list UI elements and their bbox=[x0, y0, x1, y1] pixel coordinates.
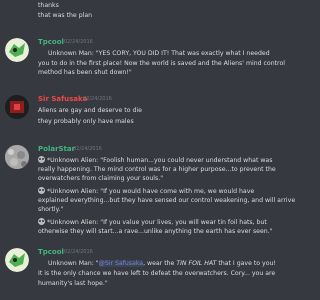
user-mention[interactable]: @Sir Safusaka bbox=[98, 260, 144, 267]
chat-window: thanks that was the plan Tpcool 02/24/20… bbox=[0, 0, 300, 300]
message-text: *Unknown Alien: "Foolish human...you cou… bbox=[47, 157, 273, 164]
message-line: shortly." bbox=[38, 206, 64, 213]
emphasized-text: TIN FOIL HAT bbox=[176, 260, 217, 267]
message-line: method has been shut down!" bbox=[38, 69, 132, 76]
message-line: It is the only chance we have left to de… bbox=[38, 270, 276, 277]
alien-emoji-icon bbox=[38, 156, 45, 163]
timestamp: 02/24/2016 bbox=[64, 249, 93, 255]
username[interactable]: Sir Safusaka bbox=[38, 95, 87, 103]
message-text: Unknown Man: "YES CORY, YOU DID IT! That… bbox=[48, 50, 270, 57]
message-line: you to do in the first place! Now the wo… bbox=[38, 59, 285, 67]
message-text: that I gave to you! bbox=[216, 260, 276, 267]
alien-emoji-icon bbox=[38, 187, 45, 194]
message-text: *Unknown Alien: "If you would have come … bbox=[47, 188, 255, 195]
username[interactable]: Tpcool bbox=[38, 38, 64, 46]
username[interactable]: PolarStar bbox=[38, 145, 75, 153]
message-line: Unknown Man: "YES CORY, YOU DID IT! That… bbox=[38, 49, 296, 59]
green-character-avatar-icon[interactable] bbox=[5, 38, 29, 62]
message-line: thanks bbox=[38, 2, 59, 9]
username[interactable]: Tpcool bbox=[38, 248, 64, 256]
message-line: that was the plan bbox=[38, 12, 93, 19]
timestamp: 02/24/2016 bbox=[64, 39, 93, 45]
message-line: otherwise they will start...a rave...unl… bbox=[38, 228, 273, 235]
timestamp: 02/24/2016 bbox=[83, 96, 112, 102]
message-text: *Unknown Alien: "If you value your lives… bbox=[47, 219, 267, 226]
message-line: Aliens are gay and deserve to die bbox=[38, 107, 142, 114]
green-character-avatar-icon[interactable] bbox=[5, 248, 29, 272]
message-continuation-text: thanks that was the plan bbox=[38, 1, 92, 21]
timestamp: 02/24/2016 bbox=[73, 146, 102, 152]
message-text: , wear the bbox=[143, 260, 177, 267]
message-text: Unknown Man: " bbox=[48, 260, 99, 267]
gray-textured-avatar-icon[interactable] bbox=[5, 145, 29, 169]
alien-emoji-icon bbox=[38, 218, 45, 225]
red-character-avatar-icon[interactable] bbox=[5, 95, 29, 119]
message-line: they probably only have males bbox=[38, 118, 134, 125]
message-line: overwatchers from claiming your souls." bbox=[38, 175, 164, 182]
message-line: Unknown Man: "@Sir Safusaka, wear the TI… bbox=[38, 259, 296, 269]
message-line: humanity's last hope." bbox=[38, 280, 108, 287]
